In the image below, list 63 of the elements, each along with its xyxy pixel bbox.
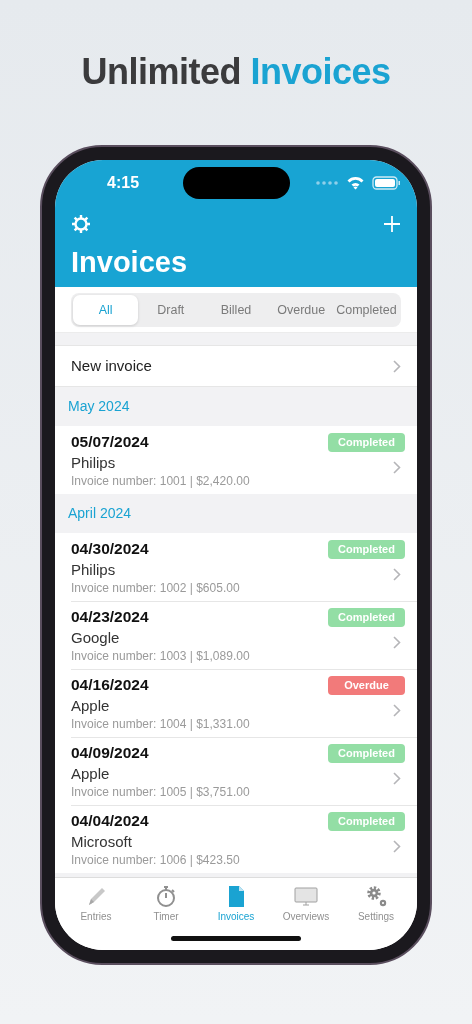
tab-bar-item[interactable]: Settings xyxy=(341,878,411,950)
status-label: Completed xyxy=(328,540,405,559)
client-name: Apple xyxy=(71,764,111,784)
client-name: Apple xyxy=(71,696,111,716)
invoice-row[interactable]: 05/07/2024 Philips Invoice number: 1001 | $2,420.00 Completed xyxy=(55,426,417,494)
filter-tab[interactable]: Billed xyxy=(203,295,269,325)
invoice-date: 04/09/2024 xyxy=(71,743,150,763)
invoice-date: 04/23/2024 xyxy=(71,607,150,627)
chevron-icon xyxy=(393,771,401,785)
invoice-date: 04/30/2024 xyxy=(71,539,150,559)
status-label: Completed xyxy=(328,744,405,763)
new-invoice-row[interactable]: New invoice xyxy=(55,345,417,387)
invoice-date: 05/07/2024 xyxy=(71,432,150,452)
chevron-icon xyxy=(393,839,401,853)
page-title: Invoices xyxy=(71,245,189,280)
client-name: Philips xyxy=(71,560,117,580)
client-name: Google xyxy=(71,628,121,648)
invoice-date: 04/16/2024 xyxy=(71,675,150,695)
invoice-details: Invoice number: 1005 | $3,751.00 xyxy=(71,784,250,800)
chevron-icon xyxy=(393,359,401,373)
invoice-details: Invoice number: 1004 | $1,331.00 xyxy=(71,716,250,732)
section-header: May 2024 xyxy=(68,397,130,416)
status-time: 4:15 xyxy=(107,173,140,193)
chevron-icon xyxy=(393,460,401,474)
status-label: Completed xyxy=(328,608,405,627)
battery-icon xyxy=(372,176,401,190)
invoice-details: Invoice number: 1002 | $605.00 xyxy=(71,580,240,596)
invoice-row[interactable]: 04/30/2024 Philips Invoice number: 1002 | $605.00 Completed xyxy=(55,533,417,601)
stopwatch-icon xyxy=(154,884,178,908)
invoice-date: 04/04/2024 xyxy=(71,811,150,831)
wifi-icon xyxy=(347,176,364,190)
invoice-row[interactable]: 04/23/2024 Google Invoice number: 1003 | $1,089.00 Completed xyxy=(55,601,417,669)
filter-tab[interactable]: Completed xyxy=(333,295,399,325)
client-name: Philips xyxy=(71,453,117,473)
status-label: Completed xyxy=(328,433,405,452)
filter-tab[interactable]: Draft xyxy=(138,295,204,325)
section-header: April 2024 xyxy=(68,504,132,523)
client-name: Microsoft xyxy=(71,832,133,852)
invoice-row[interactable]: 04/16/2024 Apple Invoice number: 1004 | $1,331.00 Overdue xyxy=(55,669,417,737)
headline-text: Invoices xyxy=(250,51,391,92)
invoice-details: Invoice number: 1001 | $2,420.00 xyxy=(71,473,250,489)
filter-tab[interactable]: All xyxy=(73,295,139,325)
filter-tab[interactable]: Overdue xyxy=(268,295,334,325)
settings-icon[interactable] xyxy=(71,214,91,234)
tab-bar-item[interactable]: Entries xyxy=(61,878,131,950)
invoice-row[interactable]: 04/04/2024 Microsoft Invoice number: 1006 | $423.50 Completed xyxy=(55,805,417,873)
status-label: Completed xyxy=(328,812,405,831)
status-label: Overdue xyxy=(328,676,405,695)
invoice-row[interactable]: 04/09/2024 Apple Invoice number: 1005 | $3,751.00 Completed xyxy=(55,737,417,805)
headline-text: Unlimited xyxy=(81,51,241,92)
chevron-icon xyxy=(393,567,401,581)
chevron-icon xyxy=(393,703,401,717)
monitor-icon xyxy=(294,884,318,908)
new-invoice-label: New invoice xyxy=(71,355,152,376)
add-icon[interactable] xyxy=(383,215,401,233)
tab-bar-item[interactable]: Overviews xyxy=(271,878,341,950)
tab-bar-item[interactable]: Timer xyxy=(131,878,201,950)
gears-icon xyxy=(364,884,388,908)
signal-icon xyxy=(316,181,339,185)
tab-bar-item[interactable]: Invoices xyxy=(201,878,271,950)
invoice-details: Invoice number: 1003 | $1,089.00 xyxy=(71,648,250,664)
chevron-icon xyxy=(393,635,401,649)
invoice-details: Invoice number: 1006 | $423.50 xyxy=(71,852,240,868)
